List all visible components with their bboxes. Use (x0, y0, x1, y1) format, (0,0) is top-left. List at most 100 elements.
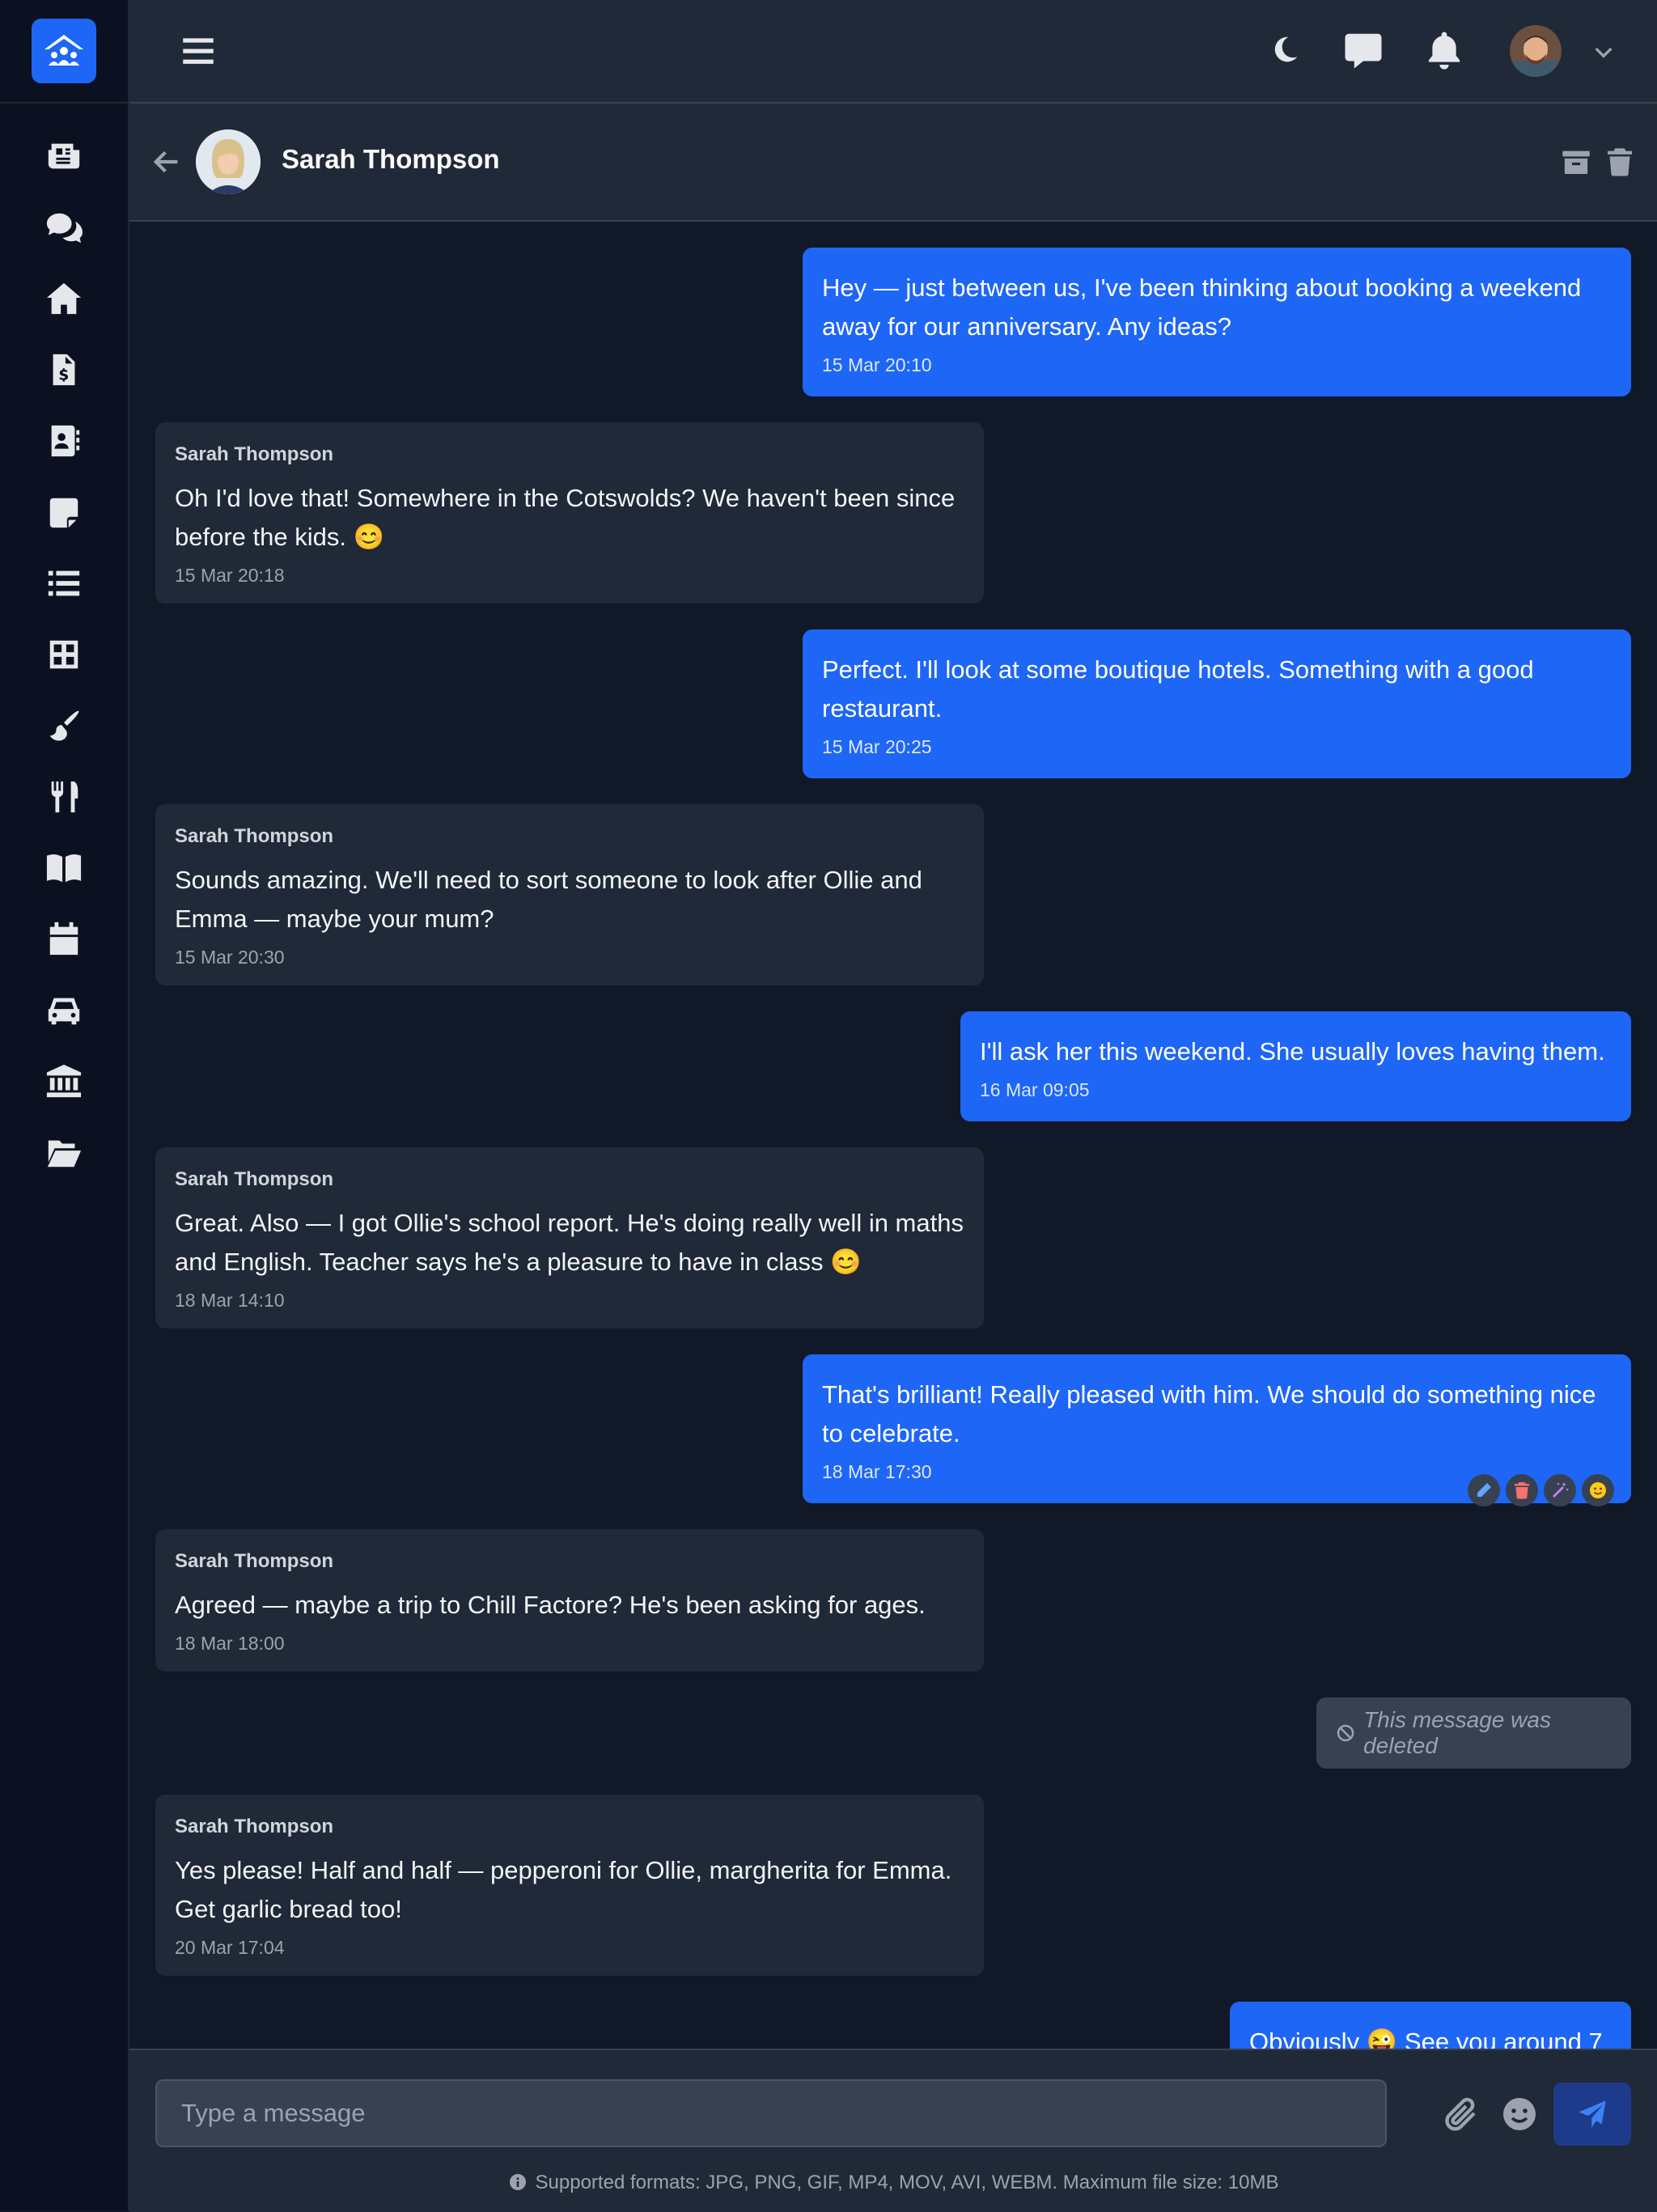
message-outgoing[interactable]: Hey — just between us, I've been thinkin… (803, 248, 1631, 396)
delete-chat-button[interactable] (1604, 144, 1636, 180)
sidebar-item-calendar[interactable] (0, 904, 128, 975)
message-outgoing[interactable]: I'll ask her this weekend. She usually l… (960, 1011, 1631, 1121)
message-text: Yes please! Half and half — pepperoni fo… (175, 1856, 952, 1923)
message-outgoing[interactable]: Perfect. I'll look at some boutique hote… (803, 629, 1631, 778)
hamburger-menu-button[interactable] (178, 31, 218, 71)
sidebar-item-dashboard[interactable] (0, 619, 128, 690)
sidebar-item-meals[interactable] (0, 761, 128, 833)
message-incoming[interactable]: Sarah Thompson Agreed — maybe a trip to … (155, 1529, 984, 1672)
message-sender: Sarah Thompson (175, 1816, 334, 1837)
ban-icon (1337, 1724, 1354, 1742)
message-sender: Sarah Thompson (175, 825, 334, 847)
back-button[interactable] (150, 146, 183, 178)
info-icon (509, 2174, 526, 2190)
attach-file-button[interactable] (1442, 2095, 1481, 2134)
bell-icon (1428, 32, 1460, 70)
upload-hint-text: Supported formats: JPG, PNG, GIF, MP4, M… (535, 2172, 1279, 2193)
message-list[interactable]: Hey — just between us, I've been thinkin… (129, 222, 1657, 2049)
message-time: 15 Mar 20:10 (822, 354, 932, 375)
utensils-icon (51, 781, 78, 813)
send-button[interactable] (1553, 2083, 1631, 2146)
sidebar-nav (0, 121, 128, 1189)
comments-icon (46, 213, 83, 244)
sidebar-divider (0, 102, 128, 104)
paperclip-icon (1445, 2097, 1476, 2131)
sidebar-item-news[interactable] (0, 121, 128, 192)
book-icon (46, 854, 82, 883)
sidebar-item-chats[interactable] (0, 192, 128, 263)
ai-rewrite-button[interactable] (1544, 1474, 1576, 1506)
menu-icon (183, 38, 214, 64)
message-text: Oh I'd love that! Somewhere in the Cotsw… (175, 484, 956, 551)
message-time: 16 Mar 09:05 (980, 1079, 1090, 1100)
top-bar (129, 0, 1657, 104)
emoji-picker-button[interactable] (1500, 2095, 1539, 2134)
message-text: I'll ask her this weekend. She usually l… (980, 1037, 1605, 1066)
user-avatar-image (1510, 25, 1562, 77)
sidebar-item-contacts[interactable] (0, 405, 128, 477)
archive-icon (1562, 150, 1590, 174)
moon-icon (1274, 36, 1298, 62)
message-time: 15 Mar 20:30 (175, 947, 285, 968)
notifications-button[interactable] (1422, 28, 1466, 72)
message-text: Hey — just between us, I've been thinkin… (822, 273, 1582, 341)
paintbrush-icon (49, 710, 79, 741)
message-sender: Sarah Thompson (175, 1550, 334, 1572)
sidebar (0, 0, 129, 2210)
sticky-note-icon (49, 498, 78, 528)
app-logo[interactable] (32, 19, 96, 83)
message-incoming[interactable]: Sarah Thompson Oh I'd love that! Somewhe… (155, 422, 984, 604)
message-text: Perfect. I'll look at some boutique hote… (822, 655, 1534, 723)
message-sender: Sarah Thompson (175, 443, 334, 465)
contact-card-icon (51, 425, 80, 457)
theme-toggle-button[interactable] (1264, 28, 1307, 72)
sidebar-item-lists[interactable] (0, 548, 128, 619)
edit-icon (1477, 1483, 1491, 1497)
message-incoming[interactable]: Sarah Thompson Yes please! Half and half… (155, 1795, 984, 1976)
message-composer: Supported formats: JPG, PNG, GIF, MP4, M… (129, 2049, 1657, 2212)
messages-button[interactable] (1341, 28, 1385, 72)
sidebar-item-finance[interactable] (0, 1046, 128, 1117)
message-text: Sounds amazing. We'll need to sort someo… (175, 866, 922, 933)
sidebar-item-notes[interactable] (0, 477, 128, 548)
magic-wand-icon (1553, 1482, 1569, 1498)
trash-icon (1608, 148, 1632, 176)
calendar-icon (49, 922, 78, 956)
sidebar-item-vehicles[interactable] (0, 975, 128, 1046)
delete-message-button[interactable] (1506, 1474, 1538, 1506)
user-menu-toggle[interactable] (1591, 39, 1617, 65)
bank-icon (46, 1064, 82, 1098)
message-time: 18 Mar 14:10 (175, 1290, 285, 1311)
grid-icon (49, 640, 78, 669)
sidebar-item-invoices[interactable] (0, 334, 128, 405)
message-time: 15 Mar 20:25 (822, 736, 932, 757)
contact-avatar (196, 129, 261, 194)
archive-chat-button[interactable] (1560, 144, 1592, 180)
invoice-icon (53, 354, 75, 386)
edit-message-button[interactable] (1468, 1474, 1500, 1506)
list-icon (48, 570, 80, 596)
arrow-left-icon (153, 150, 178, 173)
message-input[interactable] (155, 2079, 1387, 2147)
message-time: 20 Mar 17:04 (175, 1937, 285, 1958)
message-bubble-icon (1345, 33, 1382, 69)
message-time: 15 Mar 20:18 (175, 565, 285, 586)
message-incoming[interactable]: Sarah Thompson Great. Also — I got Ollie… (155, 1147, 984, 1328)
contact-name: Sarah Thompson (282, 144, 500, 174)
sidebar-item-documents[interactable] (0, 1117, 128, 1189)
send-icon (1579, 2100, 1606, 2128)
folder-open-icon (47, 1140, 82, 1167)
user-avatar[interactable] (1510, 25, 1562, 77)
smiley-icon (1503, 2098, 1536, 2130)
chevron-down-icon (1595, 47, 1613, 58)
home-icon (46, 282, 82, 315)
react-message-button[interactable] (1582, 1474, 1614, 1506)
message-incoming[interactable]: Sarah Thompson Sounds amazing. We'll nee… (155, 804, 984, 985)
message-outgoing[interactable]: Obviously 😜 See you around 7 (1230, 2002, 1631, 2049)
sidebar-item-home[interactable] (0, 263, 128, 334)
sidebar-item-chores[interactable] (0, 690, 128, 761)
message-time: 18 Mar 18:00 (175, 1633, 285, 1654)
sidebar-item-recipes[interactable] (0, 833, 128, 904)
message-deleted: This message was deleted (1316, 1697, 1631, 1769)
upload-hint: Supported formats: JPG, PNG, GIF, MP4, M… (129, 2172, 1657, 2194)
